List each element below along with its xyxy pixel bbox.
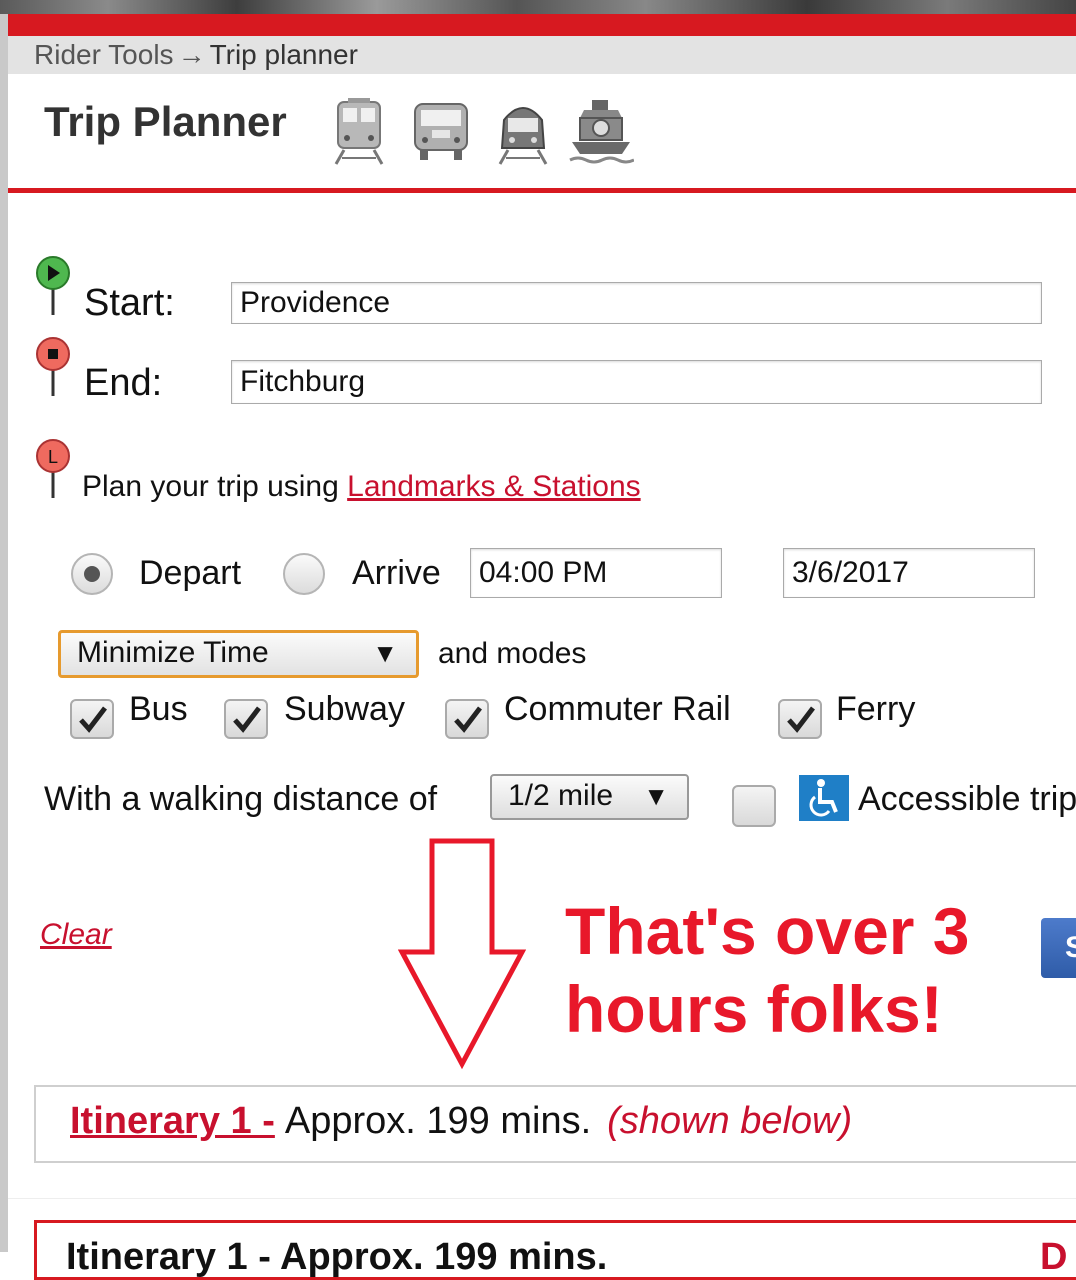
breadcrumb-current: Trip planner	[209, 39, 358, 70]
annotation-text: That's over 3 hours folks!	[565, 892, 970, 1048]
plan-trip-text: Plan your trip using Landmarks & Station…	[82, 470, 641, 504]
section-divider	[8, 1198, 1076, 1199]
checkmark-icon	[787, 706, 815, 733]
clear-link[interactable]: Clear	[40, 918, 112, 952]
dropdown-caret-icon: ▼	[643, 781, 669, 811]
subway-label: Subway	[284, 690, 405, 728]
arrive-radio[interactable]	[283, 553, 325, 595]
checkmark-icon	[454, 706, 482, 733]
breadcrumb-arrow-icon: →	[177, 39, 206, 70]
left-edge	[0, 14, 8, 1252]
end-label: End:	[84, 362, 163, 404]
annotation-line-2: hours folks!	[565, 972, 943, 1046]
ferry-icon	[569, 100, 634, 164]
and-modes-text: and modes	[438, 637, 587, 670]
submit-button[interactable]: S	[1041, 918, 1076, 978]
header-photo-strip	[0, 0, 1076, 14]
commuter-rail-label: Commuter Rail	[504, 690, 731, 728]
down-arrow-icon	[398, 838, 526, 1070]
arrive-label: Arrive	[352, 554, 441, 592]
breadcrumb: Rider Tools → Trip planner	[34, 38, 358, 72]
optimize-select[interactable]: Minimize Time ▼	[58, 630, 419, 678]
brand-bar	[8, 14, 1076, 36]
plan-trip-prefix: Plan your trip using	[82, 470, 348, 503]
start-input[interactable]	[231, 282, 1042, 324]
accessible-checkbox[interactable]	[732, 785, 776, 827]
depart-label: Depart	[139, 554, 242, 592]
svg-text:L: L	[48, 447, 58, 467]
landmarks-stations-link[interactable]: Landmarks & Stations	[347, 470, 640, 503]
start-pin-icon	[36, 256, 70, 315]
itinerary-1-link[interactable]: Itinerary 1 -	[70, 1100, 275, 1142]
accessible-trip-label: Accessible trip	[858, 780, 1076, 818]
end-input[interactable]	[231, 360, 1042, 404]
subway-checkbox[interactable]	[224, 699, 268, 739]
checkmark-icon	[233, 706, 261, 733]
commuter-rail-checkbox[interactable]	[445, 699, 489, 739]
time-input[interactable]	[470, 548, 722, 598]
checkmark-icon	[79, 706, 107, 733]
date-input[interactable]	[783, 548, 1035, 598]
ferry-label: Ferry	[836, 690, 916, 728]
bus-checkbox[interactable]	[70, 699, 114, 739]
itinerary-detail-action[interactable]: D	[1040, 1236, 1067, 1279]
ferry-checkbox[interactable]	[778, 699, 822, 739]
walking-distance-label: With a walking distance of	[44, 780, 438, 818]
depart-radio[interactable]	[71, 553, 113, 595]
bus-label: Bus	[129, 690, 188, 728]
itinerary-summary-row: Itinerary 1 - Approx. 199 mins. (shown bel…	[70, 1100, 852, 1143]
wheelchair-icon	[799, 775, 849, 821]
bus-icon	[414, 103, 468, 160]
header-divider	[8, 188, 1076, 193]
start-label: Start:	[84, 282, 175, 324]
subway-icon	[334, 98, 384, 165]
end-pin-icon	[36, 337, 70, 396]
walking-distance-value: 1/2 mile	[508, 779, 614, 812]
walking-distance-select[interactable]: 1/2 mile ▼	[490, 774, 689, 820]
commuter-rail-icon	[498, 107, 548, 165]
landmark-pin-icon: L	[36, 439, 70, 498]
itinerary-detail-header: Itinerary 1 - Approx. 199 mins.	[66, 1236, 608, 1278]
breadcrumb-rider-tools[interactable]: Rider Tools	[34, 39, 174, 70]
page-title: Trip Planner	[44, 98, 287, 145]
optimize-select-value: Minimize Time	[77, 636, 269, 669]
itinerary-shown-note: (shown below)	[607, 1100, 853, 1142]
annotation-line-1: That's over 3	[565, 894, 970, 968]
itinerary-duration: Approx. 199 mins.	[284, 1100, 592, 1142]
dropdown-caret-icon: ▼	[372, 638, 398, 668]
